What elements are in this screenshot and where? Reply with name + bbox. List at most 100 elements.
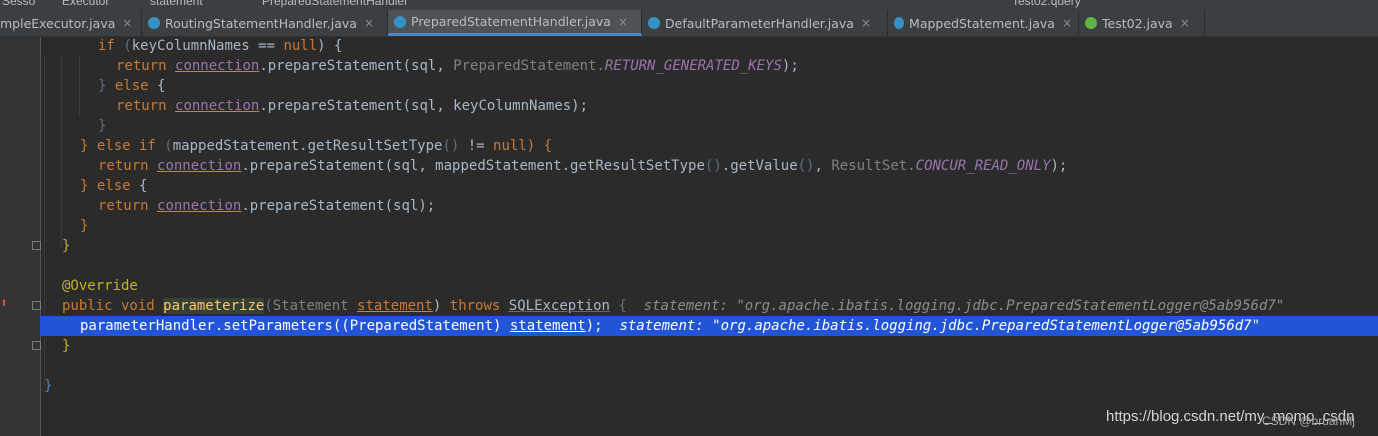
code-token: @Override <box>62 278 138 294</box>
tab-label: DefaultParameterHandler.java <box>665 15 854 31</box>
code-line: } <box>62 336 70 356</box>
code-line: } else { <box>80 176 147 196</box>
class-icon <box>1085 17 1097 29</box>
code-line: } else { <box>98 76 165 96</box>
code-token: () <box>704 158 722 174</box>
code-token: ) { <box>317 38 343 54</box>
tab-label: MappedStatement.java <box>909 15 1055 31</box>
code-line: public void parameterize(Statement state… <box>62 296 1284 316</box>
class-icon <box>894 17 905 29</box>
code-line: } <box>44 376 52 396</box>
code-token: PreparedStatement. <box>453 58 605 74</box>
code-token: parameterHandler.setParameters((Prepared… <box>80 318 510 334</box>
tab-mapped-statement[interactable]: MappedStatement.java × <box>888 10 1079 36</box>
code-token: } <box>62 238 71 254</box>
code-token: if <box>98 38 124 54</box>
code-token: .prepareStatement(sql); <box>241 198 436 214</box>
code-token: ResultSet. <box>831 158 916 174</box>
code-token: } <box>80 138 97 154</box>
code-token: ); <box>781 58 799 74</box>
code-token: throws <box>449 298 509 314</box>
code-token: connection <box>157 198 242 214</box>
code-token: return <box>116 98 176 114</box>
close-icon[interactable]: × <box>618 15 628 29</box>
class-icon <box>148 17 160 29</box>
code-token: parameterize <box>163 298 265 314</box>
code-token: ); <box>585 318 620 334</box>
code-line: return connection.prepareStatement(sql); <box>98 196 435 216</box>
editor-gutter[interactable] <box>0 37 41 436</box>
code-token: { <box>130 178 148 194</box>
run-config-dropdown[interactable]: Test02.query <box>1012 0 1081 8</box>
close-icon[interactable]: × <box>1062 16 1072 30</box>
code-token: .getValue <box>721 158 798 174</box>
code-token: } <box>80 218 89 234</box>
code-token: else <box>114 78 149 94</box>
watermark-text: https://blog.csdn.net/m <box>1106 408 1257 425</box>
code-token: } <box>98 78 115 94</box>
tab-prepared-statement-handler[interactable]: PreparedStatementHandler.java × <box>388 10 642 36</box>
code-token: } <box>44 378 53 394</box>
code-token: ( <box>264 298 273 314</box>
watermark-user: CSDN @bruanMj <box>1262 414 1355 428</box>
code-token: return <box>116 58 176 74</box>
code-token: ); <box>1050 158 1068 174</box>
inline-debug-value: statement: "org.apache.ibatis.logging.jd… <box>643 298 1285 314</box>
tab-label: Test02.java <box>1102 15 1173 31</box>
code-token: .prepareStatement(sql, keyColumnNames); <box>259 98 589 114</box>
code-token: return <box>98 158 158 174</box>
code-token: != <box>459 138 494 154</box>
code-token: null <box>493 138 527 154</box>
tab-simple-executor[interactable]: mpleExecutor.java × <box>0 10 142 36</box>
code-line: return connection.prepareStatement(sql, … <box>116 56 799 76</box>
close-icon[interactable]: × <box>1180 16 1190 30</box>
code-line: } <box>62 236 70 256</box>
code-token: CONCUR_READ_ONLY <box>915 158 1051 174</box>
code-token: } <box>98 118 107 134</box>
editor-tab-bar: mpleExecutor.java × RoutingStatementHand… <box>0 10 1378 37</box>
fold-marker-icon[interactable] <box>32 301 41 310</box>
close-icon[interactable]: × <box>364 16 374 30</box>
tab-routing-statement-handler[interactable]: RoutingStatementHandler.java × <box>142 10 388 36</box>
code-token: statement <box>509 318 586 334</box>
fold-marker-icon[interactable] <box>32 341 41 350</box>
code-token: connection <box>157 158 242 174</box>
tab-label: mpleExecutor.java <box>0 15 116 31</box>
code-token: ) <box>432 298 450 314</box>
code-token: () <box>797 158 815 174</box>
tab-default-parameter-handler[interactable]: DefaultParameterHandler.java × <box>642 10 888 36</box>
code-token: SQLException <box>508 298 610 314</box>
code-token: .prepareStatement(sql, mappedStatement.g… <box>241 158 705 174</box>
breadcrumb-item[interactable]: statement <box>150 0 203 8</box>
code-token: { <box>148 78 166 94</box>
code-token: RETURN_GENERATED_KEYS <box>604 58 782 74</box>
code-token: } <box>80 178 97 194</box>
code-token: () <box>442 138 460 154</box>
code-line: } else if (mappedStatement.getResultSetT… <box>80 136 552 156</box>
breadcrumb-item[interactable]: Executor <box>62 0 109 8</box>
code-token: ( <box>123 38 132 54</box>
method-breakpoint-icon[interactable]: ⬆ <box>0 296 8 311</box>
code-token: public void <box>62 298 164 314</box>
breadcrumb-item[interactable]: Sesso <box>2 0 35 8</box>
indent-guide <box>79 56 80 116</box>
close-icon[interactable]: × <box>122 16 132 30</box>
code-token: null <box>283 38 318 54</box>
code-line: return connection.prepareStatement(sql, … <box>98 156 1067 176</box>
fold-marker-icon[interactable] <box>32 241 41 250</box>
code-line: } <box>80 216 88 236</box>
code-token: ( <box>164 138 173 154</box>
tab-test02[interactable]: Test02.java × <box>1079 10 1205 36</box>
tab-label: PreparedStatementHandler.java <box>411 14 611 29</box>
code-token: mappedStatement.getResultSetType <box>172 138 443 154</box>
code-token: } <box>62 338 71 354</box>
code-token: ) { <box>526 138 553 154</box>
code-token: , <box>814 158 832 174</box>
close-icon[interactable]: × <box>861 16 871 30</box>
class-icon <box>394 15 406 28</box>
breadcrumb-item[interactable]: PreparedStatementHandler <box>262 0 408 8</box>
code-line: if (keyColumnNames == null) { <box>98 36 342 56</box>
indent-guide <box>44 56 45 386</box>
code-token: .prepareStatement(sql, <box>259 58 454 74</box>
inline-debug-value: statement: "org.apache.ibatis.logging.jd… <box>619 318 1261 334</box>
